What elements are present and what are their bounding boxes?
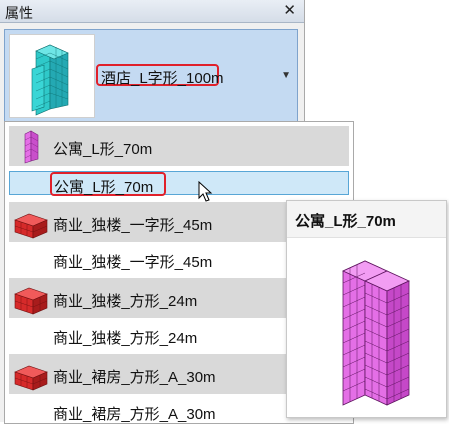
panel-title: 属性 [5, 5, 33, 21]
building-red-icon [14, 213, 48, 239]
group-header-label: 公寓_L形_70m [53, 141, 153, 158]
list-item-label: 商业_独楼_一字形_45m [53, 254, 213, 271]
list-item-label: 商业_独楼_方形_24m [53, 330, 198, 347]
list-item-label: 公寓_L形_70m [54, 179, 154, 196]
building-red-icon [14, 287, 48, 315]
building-preview-magenta-icon [342, 260, 410, 406]
close-icon[interactable]: ✕ [283, 1, 296, 19]
list-item-label: 商业_裙房_方形_A_30m [53, 406, 216, 423]
tooltip-title: 公寓_L形_70m [295, 213, 396, 230]
group-header-label: 商业_裙房_方形_A_30m [53, 369, 216, 386]
chevron-down-icon[interactable]: ▼ [281, 70, 291, 81]
group-header-label: 商业_独楼_方形_24m [53, 293, 198, 310]
building-magenta-icon [24, 130, 39, 164]
tooltip-header: 公寓_L形_70m [287, 201, 446, 238]
mouse-cursor-icon [198, 181, 213, 202]
building-red-icon [14, 365, 48, 391]
group-header-apartment: 公寓_L形_70m [9, 126, 349, 166]
properties-titlebar: 属性 ✕ [0, 0, 304, 23]
group-header-label: 商业_独楼_一字形_45m [53, 217, 213, 234]
building-thumbnail-cyan-icon [9, 34, 95, 118]
list-item-apartment-selected[interactable]: 公寓_L形_70m [9, 171, 349, 196]
type-selector[interactable]: 酒店_L字形_100m ▼ [4, 29, 298, 123]
current-type-name: 酒店_L字形_100m [101, 70, 224, 87]
type-preview-tooltip: 公寓_L形_70m [286, 200, 447, 418]
